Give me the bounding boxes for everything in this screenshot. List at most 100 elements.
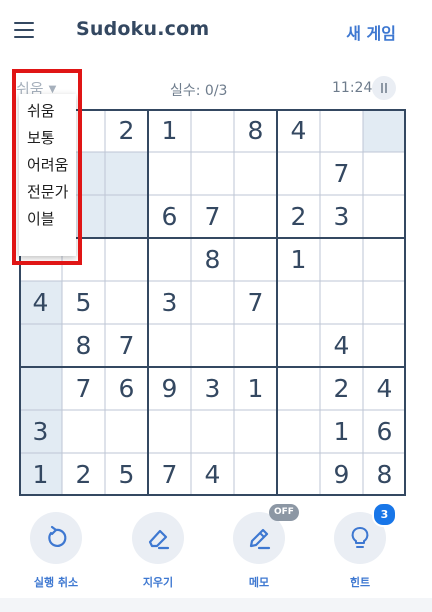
sudoku-cell[interactable]: 8 <box>62 324 105 367</box>
sudoku-cell[interactable] <box>363 152 406 195</box>
mistakes-counter: 실수: 0/3 <box>170 83 228 99</box>
top-bar: Sudoku.com 새 게임 <box>0 0 432 64</box>
sudoku-cell[interactable] <box>148 324 191 367</box>
sudoku-cell[interactable] <box>105 195 148 238</box>
sudoku-cell[interactable] <box>234 324 277 367</box>
sudoku-cell[interactable]: 7 <box>320 152 363 195</box>
sudoku-cell[interactable]: 3 <box>191 367 234 410</box>
sudoku-cell[interactable] <box>363 109 406 152</box>
undo-button[interactable]: 실행 취소 <box>26 508 86 598</box>
sudoku-cell[interactable]: 6 <box>148 195 191 238</box>
lightbulb-icon <box>351 527 369 548</box>
sudoku-cell[interactable]: 1 <box>19 453 62 496</box>
sudoku-cell[interactable]: 5 <box>62 281 105 324</box>
sudoku-cell[interactable] <box>277 324 320 367</box>
sudoku-cell[interactable] <box>191 281 234 324</box>
sudoku-cell[interactable] <box>105 281 148 324</box>
sudoku-cell[interactable]: 2 <box>62 453 105 496</box>
timer: 11:24 <box>332 80 373 96</box>
sudoku-cell[interactable] <box>191 410 234 453</box>
sudoku-cell[interactable] <box>19 367 62 410</box>
sudoku-cell[interactable]: 7 <box>148 453 191 496</box>
sudoku-cell[interactable]: 3 <box>19 410 62 453</box>
sudoku-cell[interactable]: 4 <box>363 367 406 410</box>
difficulty-option[interactable]: 쉬움 <box>19 94 76 125</box>
sudoku-cell[interactable]: 9 <box>148 367 191 410</box>
sudoku-cell[interactable] <box>148 410 191 453</box>
sudoku-cell[interactable] <box>363 195 406 238</box>
difficulty-option[interactable]: 보통 <box>19 125 76 152</box>
pencil-icon <box>249 528 271 550</box>
sudoku-cell[interactable]: 9 <box>320 453 363 496</box>
hint-count-badge: 3 <box>372 502 397 527</box>
notes-off-badge: OFF <box>269 504 299 521</box>
sudoku-cell[interactable]: 7 <box>105 324 148 367</box>
sudoku-cell[interactable] <box>363 238 406 281</box>
hint-label: 힌트 <box>349 576 371 589</box>
erase-button[interactable]: 지우기 <box>128 508 188 598</box>
sudoku-cell[interactable] <box>320 238 363 281</box>
sudoku-cell[interactable] <box>277 152 320 195</box>
sudoku-cell[interactable]: 7 <box>191 195 234 238</box>
difficulty-option[interactable]: 전문가 <box>19 179 76 206</box>
bottom-strip <box>0 598 432 612</box>
undo-label: 실행 취소 <box>33 576 79 589</box>
new-game-button[interactable]: 새 게임 <box>346 20 396 44</box>
sudoku-cell[interactable]: 1 <box>320 410 363 453</box>
sudoku-cell[interactable] <box>191 324 234 367</box>
sudoku-cell[interactable] <box>363 324 406 367</box>
notes-button[interactable]: OFF 메모 <box>229 504 299 598</box>
sudoku-cell[interactable] <box>105 152 148 195</box>
sudoku-cell[interactable]: 7 <box>234 281 277 324</box>
sudoku-cell[interactable] <box>277 410 320 453</box>
sudoku-cell[interactable] <box>234 152 277 195</box>
sudoku-cell[interactable]: 4 <box>19 281 62 324</box>
sudoku-cell[interactable] <box>62 410 105 453</box>
sudoku-cell[interactable]: 6 <box>363 410 406 453</box>
sudoku-cell[interactable] <box>19 324 62 367</box>
difficulty-option[interactable]: 이블 <box>19 206 76 233</box>
sudoku-cell[interactable] <box>148 152 191 195</box>
sudoku-cell[interactable]: 8 <box>191 238 234 281</box>
pause-button[interactable] <box>372 76 396 100</box>
sudoku-cell[interactable] <box>234 410 277 453</box>
sudoku-cell[interactable] <box>363 281 406 324</box>
eraser-icon <box>148 529 170 550</box>
sudoku-cell[interactable]: 8 <box>363 453 406 496</box>
sudoku-cell[interactable]: 7 <box>62 367 105 410</box>
sudoku-cell[interactable] <box>148 238 191 281</box>
difficulty-option[interactable]: 어려움 <box>19 152 76 179</box>
sudoku-cell[interactable]: 6 <box>105 367 148 410</box>
sudoku-cell[interactable] <box>234 195 277 238</box>
undo-icon <box>48 525 67 547</box>
sudoku-cell[interactable]: 1 <box>234 367 277 410</box>
action-toolbar: 실행 취소 지우기 OFF 메모 3 힌트 <box>0 502 432 608</box>
hamburger-menu-icon[interactable] <box>14 22 34 38</box>
sudoku-cell[interactable] <box>105 238 148 281</box>
sudoku-cell[interactable]: 1 <box>277 238 320 281</box>
sudoku-cell[interactable] <box>105 410 148 453</box>
sudoku-cell[interactable]: 4 <box>320 324 363 367</box>
sudoku-cell[interactable]: 5 <box>105 453 148 496</box>
sudoku-cell[interactable] <box>191 109 234 152</box>
sudoku-cell[interactable]: 2 <box>105 109 148 152</box>
sudoku-cell[interactable] <box>320 109 363 152</box>
sudoku-cell[interactable]: 2 <box>277 195 320 238</box>
sudoku-cell[interactable] <box>277 281 320 324</box>
sudoku-cell[interactable]: 3 <box>320 195 363 238</box>
sudoku-cell[interactable] <box>234 453 277 496</box>
sudoku-cell[interactable] <box>320 281 363 324</box>
notes-label: 메모 <box>248 576 270 589</box>
sudoku-cell[interactable] <box>191 152 234 195</box>
sudoku-cell[interactable] <box>277 367 320 410</box>
sudoku-cell[interactable]: 4 <box>191 453 234 496</box>
sudoku-cell[interactable]: 4 <box>277 109 320 152</box>
sudoku-cell[interactable] <box>277 453 320 496</box>
sudoku-cell[interactable] <box>234 238 277 281</box>
sudoku-cell[interactable]: 3 <box>148 281 191 324</box>
sudoku-cell[interactable]: 2 <box>320 367 363 410</box>
sudoku-cell[interactable]: 8 <box>234 109 277 152</box>
app-logo: Sudoku.com <box>76 18 210 40</box>
hint-button[interactable]: 3 힌트 <box>330 502 397 598</box>
sudoku-cell[interactable]: 1 <box>148 109 191 152</box>
